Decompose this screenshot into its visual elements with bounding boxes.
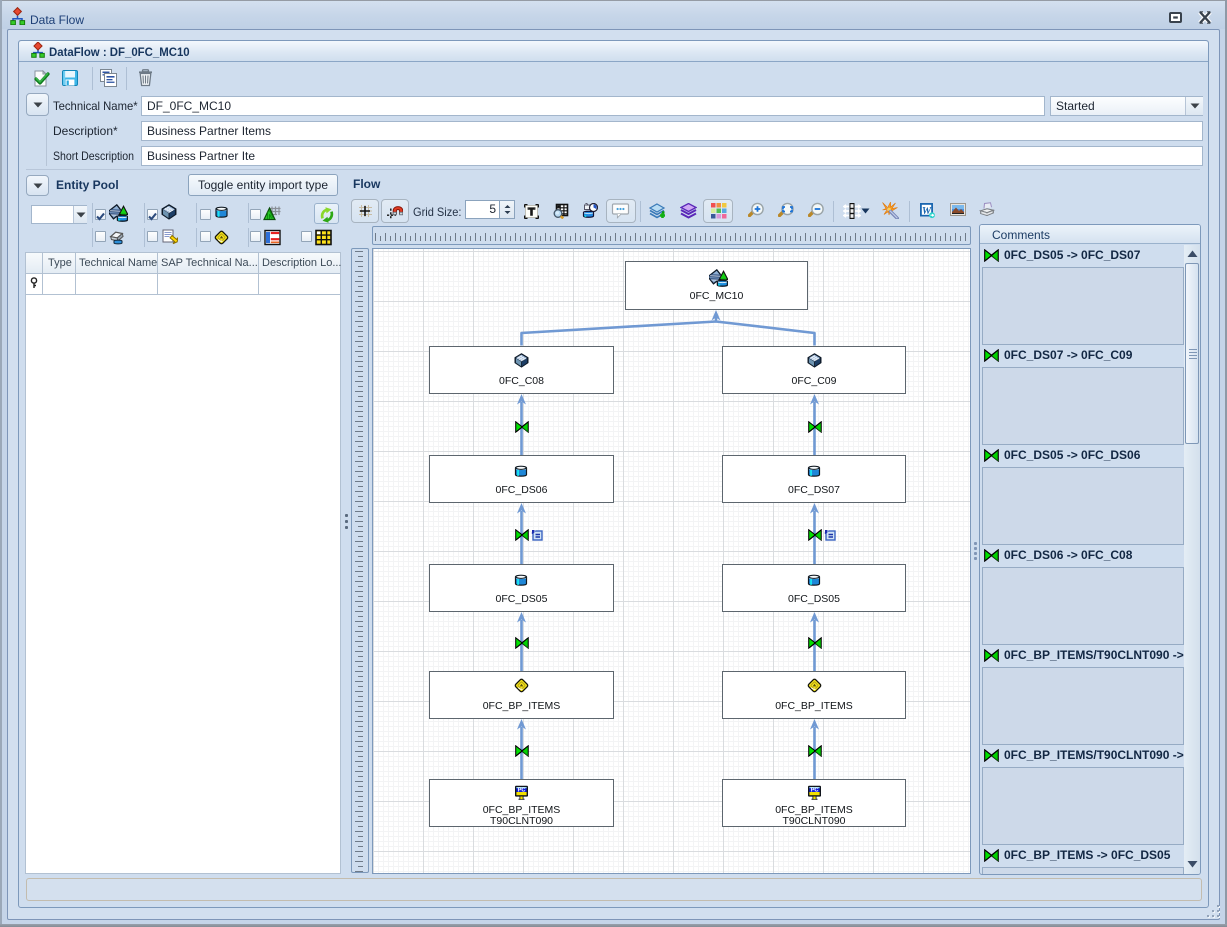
svg-text:PC: PC — [518, 788, 526, 794]
svg-text:PC: PC — [811, 788, 819, 794]
